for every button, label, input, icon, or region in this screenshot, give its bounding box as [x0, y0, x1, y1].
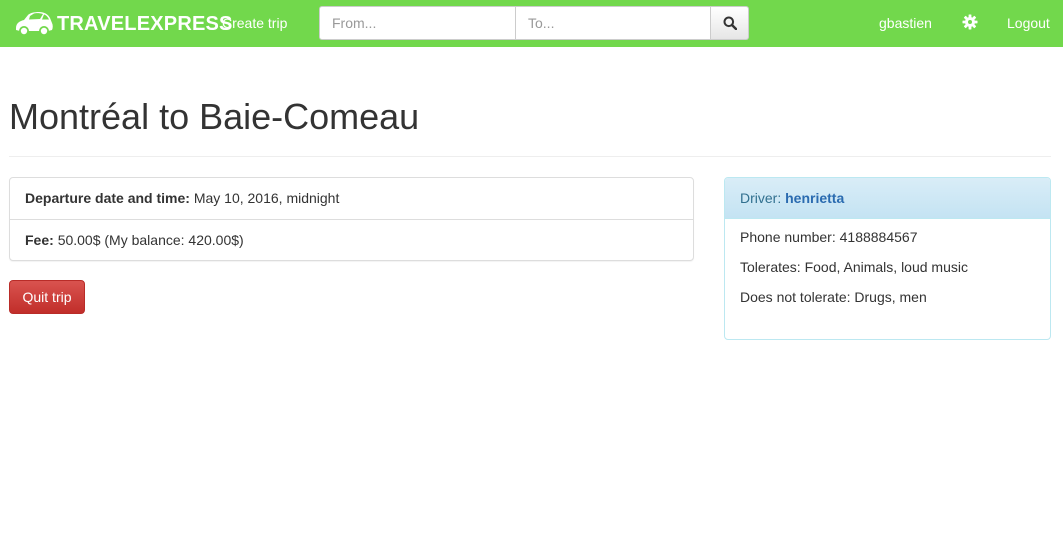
trip-search-form: [319, 6, 749, 40]
to-input[interactable]: [515, 6, 711, 40]
user-profile-link[interactable]: gbastien: [879, 15, 932, 31]
create-trip-link[interactable]: Create trip: [222, 15, 287, 31]
from-input[interactable]: [319, 6, 515, 40]
search-icon: [723, 16, 737, 30]
gear-icon[interactable]: [962, 14, 978, 30]
quit-trip-button[interactable]: Quit trip: [9, 280, 85, 314]
driver-label: Driver:: [740, 190, 782, 206]
driver-panel-heading: Driver: henrietta: [725, 178, 1050, 219]
driver-panel: Driver: henrietta Phone number: 41888845…: [724, 177, 1051, 340]
title-divider: [9, 156, 1051, 157]
driver-name-link[interactable]: henrietta: [785, 190, 844, 206]
departure-value: May 10, 2016, midnight: [193, 190, 340, 206]
driver-phone: Phone number: 4188884567: [740, 229, 918, 245]
navbar: TRAVELEXPRESS Create trip gbastien Logou…: [0, 0, 1063, 47]
trip-details-list: Departure date and time: May 10, 2016, m…: [9, 177, 694, 261]
departure-item: Departure date and time: May 10, 2016, m…: [10, 178, 693, 219]
brand-name: TRAVELEXPRESS: [57, 12, 233, 35]
logout-link[interactable]: Logout: [1007, 15, 1050, 31]
driver-panel-body: Phone number: 4188884567 Tolerates: Food…: [725, 219, 1050, 306]
fee-value: 50.00$ (My balance: 420.00$): [57, 232, 244, 248]
departure-label: Departure date and time:: [25, 190, 190, 206]
page-title: Montréal to Baie-Comeau: [9, 96, 420, 137]
brand-logo-link[interactable]: TRAVELEXPRESS: [12, 8, 233, 40]
fee-item: Fee: 50.00$ (My balance: 420.00$): [10, 219, 693, 260]
driver-tolerates: Tolerates: Food, Animals, loud music: [740, 259, 968, 275]
search-button[interactable]: [711, 6, 749, 40]
driver-not-tolerates: Does not tolerate: Drugs, men: [740, 289, 927, 305]
fee-label: Fee:: [25, 232, 54, 248]
car-logo-icon: [16, 12, 53, 36]
